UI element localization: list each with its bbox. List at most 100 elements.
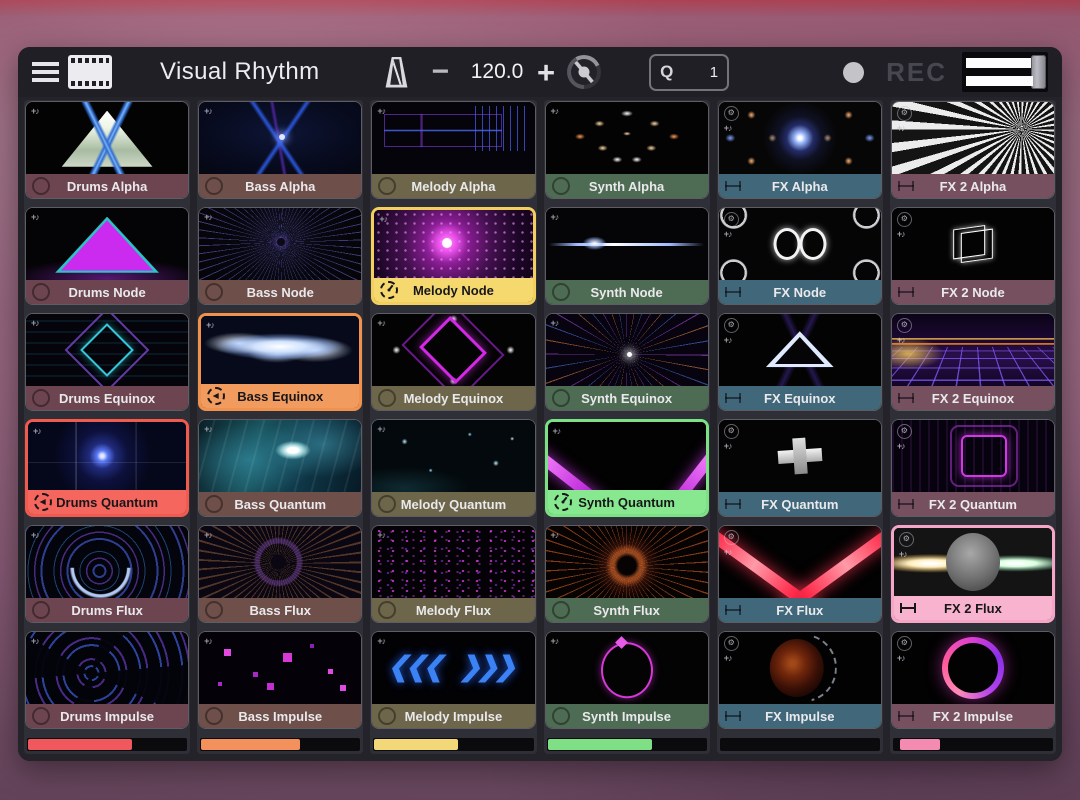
clip-thumbnail: ⚙ +♪ [719,632,881,704]
app-title: Visual Rhythm [160,58,320,86]
add-note-icon: +♪ [897,441,905,451]
play-mode-icon [725,393,741,403]
clip-label-bar: Drums Quantum [28,490,186,514]
add-note-icon: +♪ [377,530,385,540]
clip-cell[interactable]: ⚙ +♪ FX 2 Quantum [891,419,1055,517]
bpm-decrease-button[interactable]: − [432,57,450,87]
clip-cell[interactable]: ⚙ +♪ Bass Equinox [198,313,362,411]
play-mode-icon [552,177,570,195]
clip-cell[interactable]: ⚙ +♪ Drums Flux [25,525,189,623]
clip-cell[interactable]: ⚙ +♪ Synth Equinox [545,313,709,411]
clip-cell[interactable]: ⚙ +♪ Bass Flux [198,525,362,623]
play-mode-icon [205,177,223,195]
clip-cell[interactable]: ⚙ +♪ Bass Alpha [198,101,362,199]
play-mode-icon [554,493,572,511]
clip-cell[interactable]: ⚙ +♪ Drums Equinox [25,313,189,411]
clip-thumbnail: ⚙ +♪ [719,526,881,598]
master-fader[interactable] [962,52,1048,92]
clip-artwork [199,208,361,280]
clip-label-bar: Bass Node [199,280,361,304]
clip-label-bar: FX Impulse [719,704,881,728]
clip-cell[interactable]: ⚙ +♪ FX Alpha [718,101,882,199]
clip-artwork [372,314,534,386]
clip-cell[interactable]: ⚙ +♪ Melody Node [371,207,535,305]
tap-tempo-dial-icon[interactable] [567,55,601,89]
clip-cell[interactable]: ⚙ +♪ FX 2 Impulse [891,631,1055,729]
clip-cell[interactable]: ⚙ +♪ FX 2 Equinox [891,313,1055,411]
clip-artwork [719,102,881,174]
clip-thumbnail: ⚙ +♪ [374,210,532,278]
clip-cell[interactable]: ⚙ +♪ Melody Alpha [371,101,535,199]
clip-thumbnail: ⚙ +♪ [199,208,361,280]
record-button[interactable] [843,62,864,83]
bpm-increase-button[interactable]: + [537,57,555,88]
clip-grid: ⚙ +♪ Drums Alpha ⚙ +♪ Drums Node ⚙ +♪ Dr… [18,97,1062,761]
clip-cell[interactable]: ⚙ +♪ Melody Quantum [371,419,535,517]
clip-label-bar: Melody Equinox [372,386,534,410]
clip-label: Synth Flux [546,603,708,618]
clip-label-bar: Drums Equinox [26,386,188,410]
clip-cell[interactable]: ⚙ +♪ Drums Quantum [25,419,189,517]
filmstrip-icon[interactable] [68,55,112,89]
clip-cell[interactable]: ⚙ +♪ Bass Node [198,207,362,305]
clip-cell[interactable]: ⚙ +♪ FX Equinox [718,313,882,411]
clip-artwork [546,632,708,704]
clip-label-bar: Drums Flux [26,598,188,622]
clip-cell[interactable]: ⚙ +♪ Synth Quantum [545,419,709,517]
add-note-icon: +♪ [551,530,559,540]
clip-label-bar: FX Alpha [719,174,881,198]
clip-cell[interactable]: ⚙ +♪ Bass Impulse [198,631,362,729]
gear-icon: ⚙ [724,106,739,121]
clip-cell[interactable]: ⚙ +♪ Synth Impulse [545,631,709,729]
clip-cell[interactable]: ⚙ +♪ Synth Flux [545,525,709,623]
clip-cell[interactable]: ⚙ +♪ Drums Alpha [25,101,189,199]
clip-label-bar: FX 2 Node [892,280,1054,304]
clip-label-bar: Melody Alpha [372,174,534,198]
add-note-icon: +♪ [31,212,39,222]
bpm-value[interactable]: 120.0 [465,60,529,84]
clip-cell[interactable]: ⚙ +♪ Bass Quantum [198,419,362,517]
clip-artwork [892,314,1054,386]
play-mode-icon [205,601,223,619]
clip-label: FX 2 Alpha [892,179,1054,194]
clip-artwork [199,420,361,492]
clip-cell[interactable]: ⚙ +♪ Melody Equinox [371,313,535,411]
clip-cell[interactable]: ⚙ +♪ Drums Node [25,207,189,305]
play-mode-icon [378,495,396,513]
clip-cell[interactable]: ⚙ +♪ FX 2 Flux [891,525,1055,623]
clip-cell[interactable]: ⚙ +♪ Synth Node [545,207,709,305]
clip-cell[interactable]: ⚙ +♪ FX Node [718,207,882,305]
clip-label-bar: FX Node [719,280,881,304]
clip-cell[interactable]: ⚙ +♪ Synth Alpha [545,101,709,199]
metronome-icon[interactable] [384,57,410,88]
clip-label: Synth Impulse [546,709,708,724]
play-mode-icon [205,283,223,301]
clip-cell[interactable]: ⚙ +♪ Melody Impulse [371,631,535,729]
clip-cell[interactable]: ⚙ +♪ FX Quantum [718,419,882,517]
clip-cell[interactable]: ⚙ +♪ Drums Impulse [25,631,189,729]
clip-label-bar: Bass Quantum [199,492,361,516]
play-mode-icon [898,181,914,191]
clip-artwork [26,526,188,598]
clip-cell[interactable]: ⚙ +♪ Melody Flux [371,525,535,623]
add-note-icon: +♪ [204,636,212,646]
clip-column-fx-2: ⚙ +♪ FX 2 Alpha ⚙ +♪ FX 2 Node ⚙ +♪ FX 2… [890,100,1056,754]
clip-label: Drums Equinox [26,391,188,406]
clip-artwork [199,526,361,598]
clip-label: FX 2 Node [892,285,1054,300]
master-fader-handle[interactable] [1031,55,1046,89]
clip-cell[interactable]: ⚙ +♪ FX Flux [718,525,882,623]
add-note-icon: +♪ [31,636,39,646]
clip-label: Drums Node [26,285,188,300]
clip-cell[interactable]: ⚙ +♪ FX 2 Node [891,207,1055,305]
menu-icon[interactable] [32,62,59,82]
clip-cell[interactable]: ⚙ +♪ FX Impulse [718,631,882,729]
column-progress-fill [900,739,940,750]
clip-thumbnail: ⚙ +♪ [372,526,534,598]
clip-label: FX Node [719,285,881,300]
quantize-box[interactable]: Q 1 [649,54,729,91]
clip-thumbnail: ⚙ +♪ [372,632,534,704]
clip-artwork [372,526,534,598]
clip-cell[interactable]: ⚙ +♪ FX 2 Alpha [891,101,1055,199]
clip-column-bass: ⚙ +♪ Bass Alpha ⚙ +♪ Bass Node ⚙ +♪ Bass… [197,100,363,754]
